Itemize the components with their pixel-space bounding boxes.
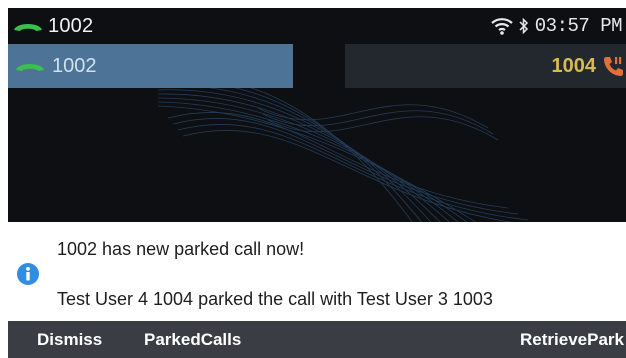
line-number: 1002 <box>48 14 94 37</box>
held-call-tab[interactable]: 1004 <box>345 44 626 88</box>
wifi-icon <box>491 18 513 35</box>
notification-message: Test User 4 1004 parked the call with Te… <box>57 289 493 309</box>
bluetooth-icon <box>519 18 528 34</box>
handset-icon <box>16 64 44 71</box>
dismiss-softkey[interactable]: Dismiss <box>37 321 102 358</box>
status-indicators: 03:57 PM <box>491 14 623 38</box>
active-call-tab[interactable]: 1002 <box>8 44 293 88</box>
phone-screen: 1002 03:57 PM 1002 1004 1002 has new par… <box>8 8 626 358</box>
parked-calls-softkey[interactable]: ParkedCalls <box>144 321 241 358</box>
line-status: 1002 <box>12 14 93 38</box>
notification-title: 1002 has new parked call now! <box>57 239 305 259</box>
handset-icon <box>14 24 42 31</box>
call-hold-icon <box>604 57 623 76</box>
info-icon <box>17 263 39 285</box>
softkey-bar: Dismiss ParkedCalls RetrievePark <box>8 321 626 358</box>
held-call-number: 1004 <box>551 54 597 77</box>
status-bar: 1002 03:57 PM <box>8 8 626 44</box>
clock: 03:57 PM <box>534 15 623 37</box>
park-notification: 1002 has new parked call now! Test User … <box>8 222 626 321</box>
retrieve-park-softkey[interactable]: RetrievePark <box>520 321 624 358</box>
active-call-number: 1002 <box>52 54 97 77</box>
